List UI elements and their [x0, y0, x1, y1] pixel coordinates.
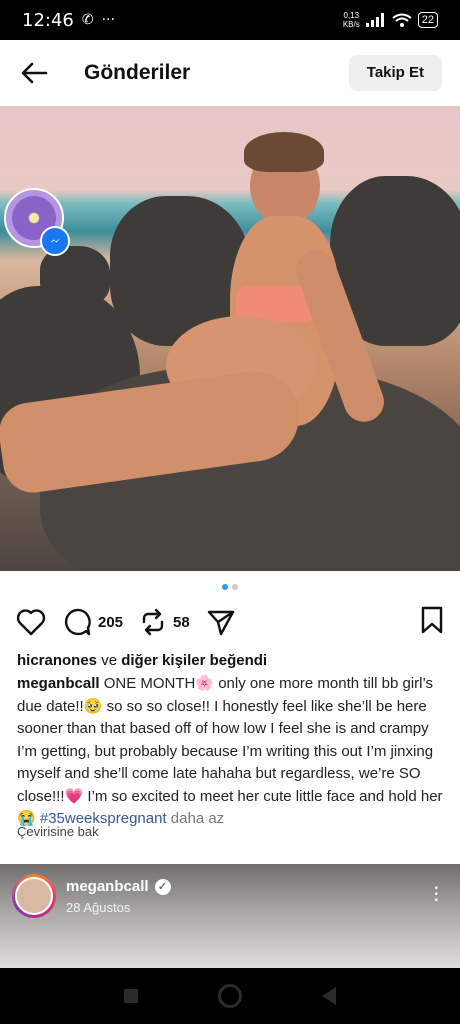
status-bar: 12:46 ✆ ··· 0,13 KB/s 22 [0, 0, 460, 40]
net-speed-value: 0,13 [343, 11, 360, 20]
next-post-date: 28 Ağustos [66, 900, 131, 915]
comment-button[interactable]: 205 [62, 607, 123, 637]
net-speed-unit: KB/s [342, 20, 360, 29]
status-right: 0,13 KB/s 22 [343, 11, 438, 29]
status-left: 12:46 ✆ ··· [22, 10, 115, 31]
phone-icon: ✆ [81, 12, 94, 28]
home-icon[interactable] [218, 984, 242, 1008]
header: Gönderiler Takip Et [0, 40, 460, 106]
translate-link[interactable]: Çevirisine bak [17, 824, 99, 839]
next-post-author[interactable]: meganbcall ✓ [66, 878, 171, 895]
verified-icon: ✓ [154, 878, 171, 895]
liker-username[interactable]: hicranones [17, 652, 97, 669]
signal-icon [365, 13, 384, 27]
share-button[interactable] [206, 608, 236, 636]
wifi-icon [392, 13, 412, 27]
caption-username[interactable]: meganbcall [17, 675, 100, 692]
caption-less-button[interactable]: daha az [171, 810, 224, 827]
page-title: Gönderiler [84, 61, 191, 84]
send-icon [207, 610, 234, 636]
likes-summary[interactable]: hicranones ve diğer kişiler beğendi [17, 652, 267, 669]
next-post: meganbcall ✓ 28 Ağustos · · · [0, 864, 460, 968]
next-post-avatar[interactable] [12, 874, 56, 918]
save-button[interactable] [420, 606, 444, 639]
system-nav-bar [0, 968, 460, 1024]
post-image[interactable] [0, 106, 460, 571]
repost-button[interactable]: 58 [139, 608, 190, 636]
follow-button[interactable]: Takip Et [348, 55, 442, 91]
repost-icon [142, 608, 164, 636]
more-options-icon[interactable]: · · · [433, 876, 440, 910]
post-caption: meganbcall ONE MONTH🌸 only one more mont… [17, 673, 443, 831]
post-actions: 205 58 [16, 604, 444, 640]
carousel-indicator [0, 584, 460, 590]
heart-icon [16, 609, 46, 636]
recent-apps-icon[interactable] [124, 989, 138, 1003]
repost-count: 58 [173, 613, 190, 631]
net-speed: 0,13 KB/s [343, 11, 360, 29]
likes-connector: ve [101, 652, 118, 669]
carousel-dot-active [222, 584, 228, 590]
avatar [15, 877, 53, 915]
comment-icon [64, 608, 91, 636]
status-time: 12:46 [22, 9, 74, 31]
messenger-icon [40, 226, 70, 256]
comment-count: 205 [98, 613, 124, 631]
bookmark-icon [421, 606, 443, 633]
battery-icon: 22 [417, 12, 438, 28]
next-post-username: meganbcall [66, 878, 149, 895]
caption-text: ONE MONTH🌸 only one more month till bb g… [17, 675, 443, 827]
carousel-dot [232, 584, 238, 590]
like-button[interactable] [16, 608, 46, 636]
back-nav-icon[interactable] [322, 987, 336, 1005]
person-hair [244, 132, 324, 172]
more-notifications-icon: ··· [101, 12, 115, 28]
back-button[interactable] [18, 57, 50, 89]
arrow-left-icon [21, 62, 48, 84]
likes-others[interactable]: diğer kişiler beğendi [121, 652, 267, 669]
